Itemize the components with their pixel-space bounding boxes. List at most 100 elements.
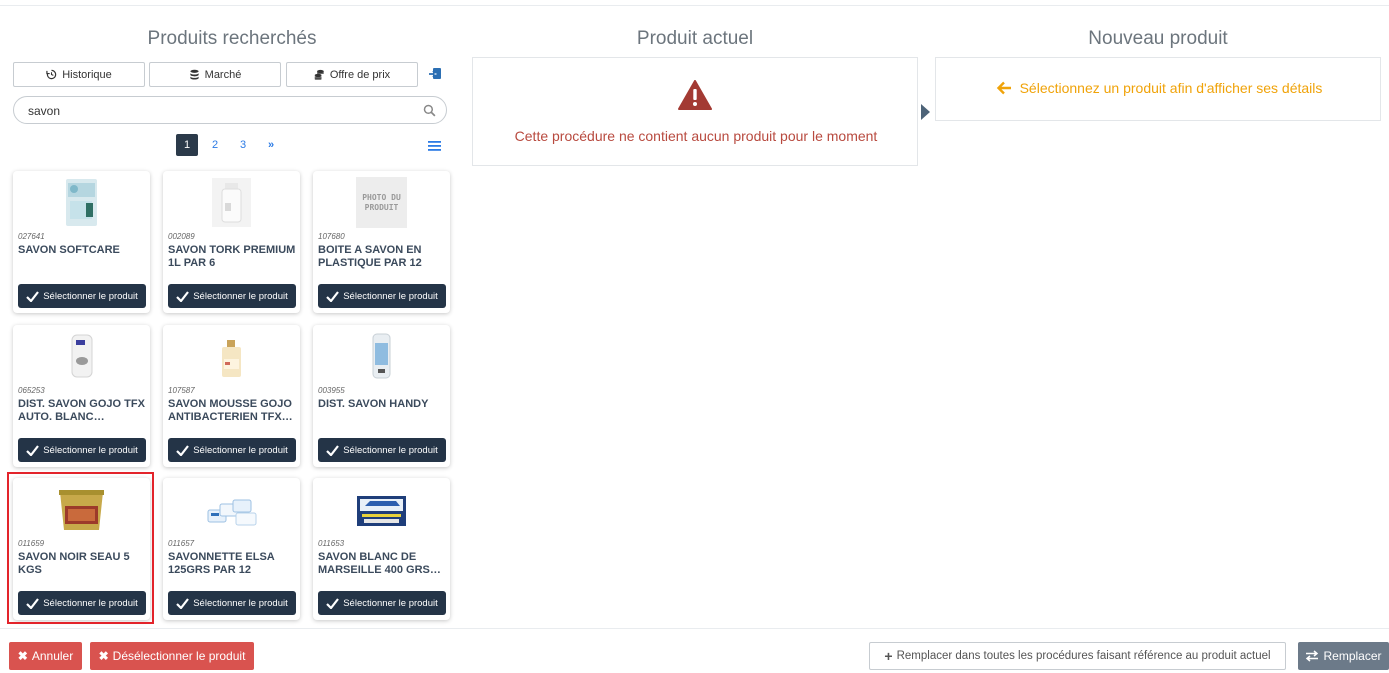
no-product-message: Cette procédure ne contient aucun produi…	[514, 128, 878, 144]
select-product-label: Sélectionner le produit	[43, 444, 138, 456]
select-product-button[interactable]: Sélectionner le produit	[18, 284, 146, 308]
select-product-button[interactable]: Sélectionner le produit	[318, 438, 446, 462]
product-image	[357, 496, 406, 526]
history-icon	[46, 69, 57, 80]
select-product-label: Sélectionner le produit	[193, 597, 288, 609]
cancel-label: Annuler	[31, 649, 74, 663]
product-card[interactable]: 002089 SAVON TORK PREMIUM 1L PAR 6 Sélec…	[163, 171, 300, 313]
coins-icon	[314, 69, 324, 80]
search-bar[interactable]	[13, 96, 447, 124]
next-page-button[interactable]: »	[260, 134, 282, 156]
check-icon	[26, 290, 40, 302]
product-card[interactable]: 003955 DIST. SAVON HANDY Sélectionner le…	[313, 325, 450, 467]
product-code: 002089	[168, 232, 195, 241]
list-view-icon[interactable]	[428, 140, 441, 152]
product-photo-placeholder: PHOTO DU PRODUIT	[356, 177, 407, 228]
product-code: 107587	[168, 386, 195, 395]
check-icon	[326, 597, 340, 609]
arrow-left-icon	[996, 81, 1011, 95]
product-image	[372, 333, 391, 379]
product-code: 011653	[318, 539, 345, 548]
check-icon	[176, 444, 190, 456]
select-product-label: Sélectionner le produit	[193, 290, 288, 302]
product-code: 027641	[18, 232, 45, 241]
select-hint: Sélectionnez un produit afin d'afficher …	[936, 80, 1382, 96]
check-icon	[326, 444, 340, 456]
product-image	[71, 334, 93, 378]
select-product-label: Sélectionner le produit	[43, 290, 138, 302]
product-card[interactable]: 027641 SAVON SOFTCARE Sélectionner le pr…	[13, 171, 150, 313]
product-name: SAVON MOUSSE GOJO ANTIBACTERIEN TFX…	[168, 398, 293, 423]
check-icon	[326, 290, 340, 302]
new-product-panel: Sélectionnez un produit afin d'afficher …	[935, 57, 1381, 121]
price-offer-label: Offre de prix	[329, 68, 391, 81]
product-card[interactable]: 107587 SAVON MOUSSE GOJO ANTIBACTERIEN T…	[163, 325, 300, 467]
photo-placeholder-text: PHOTO DU PRODUIT	[362, 192, 401, 212]
replace-all-label: Remplacer dans toutes les procédures fai…	[896, 650, 1271, 662]
price-offer-button[interactable]: Offre de prix	[286, 62, 418, 87]
market-label: Marché	[204, 68, 242, 81]
deselect-label: Désélectionner le produit	[112, 649, 246, 663]
product-image	[212, 178, 251, 227]
history-label: Historique	[62, 68, 112, 81]
page-1[interactable]: 1	[176, 134, 198, 156]
search-input[interactable]	[28, 102, 408, 120]
page-3[interactable]: 3	[232, 134, 254, 156]
current-product-title: Produit actuel	[636, 28, 754, 49]
deselect-product-button[interactable]: ✖ Désélectionner le produit	[90, 642, 254, 670]
replace-label: Remplacer	[1323, 649, 1382, 663]
select-product-button[interactable]: Sélectionner le produit	[318, 591, 446, 615]
select-product-label: Sélectionner le produit	[343, 290, 438, 302]
page-2[interactable]: 2	[204, 134, 226, 156]
product-name: DIST. SAVON HANDY	[318, 398, 429, 410]
select-product-label: Sélectionner le produit	[193, 444, 288, 456]
current-product-panel: Cette procédure ne contient aucun produi…	[472, 57, 918, 166]
product-code: 065253	[18, 386, 45, 395]
product-card[interactable]: 011657 SAVONNETTE ELSA 125GRS PAR 12 Sél…	[163, 478, 300, 620]
product-name: SAVON SOFTCARE	[18, 244, 120, 256]
arrow-right-icon	[921, 104, 930, 120]
select-product-button[interactable]: Sélectionner le produit	[18, 438, 146, 462]
selection-highlight	[7, 472, 154, 624]
market-button[interactable]: Marché	[149, 62, 281, 87]
pagination: 1 2 3 »	[176, 134, 288, 156]
select-product-label: Sélectionner le produit	[343, 444, 438, 456]
product-name: BOITE A SAVON EN PLASTIQUE PAR 12	[318, 244, 422, 269]
warning-icon	[678, 80, 712, 110]
select-product-button[interactable]: Sélectionner le produit	[168, 591, 296, 615]
select-product-button[interactable]: Sélectionner le produit	[318, 284, 446, 308]
new-product-title: Nouveau produit	[1088, 28, 1228, 49]
product-image	[66, 179, 97, 226]
product-code: 107680	[318, 232, 345, 241]
product-name: SAVONNETTE ELSA 125GRS PAR 12	[168, 551, 275, 576]
swap-icon	[1306, 650, 1319, 662]
product-card[interactable]: PHOTO DU PRODUIT 107680 BOITE A SAVON EN…	[313, 171, 450, 313]
search-icon[interactable]	[423, 104, 436, 117]
product-card[interactable]: 065253 DIST. SAVON GOJO TFX AUTO. BLANC……	[13, 325, 150, 467]
history-button[interactable]: Historique	[13, 62, 145, 87]
product-name: DIST. SAVON GOJO TFX AUTO. BLANC…	[18, 398, 145, 423]
select-product-button[interactable]: Sélectionner le produit	[168, 438, 296, 462]
export-icon[interactable]	[428, 66, 444, 82]
close-icon: ✖	[17, 649, 28, 663]
product-image	[207, 499, 257, 526]
check-icon	[176, 597, 190, 609]
product-image	[222, 340, 241, 377]
replace-button[interactable]: Remplacer	[1298, 642, 1389, 670]
select-hint-text: Sélectionnez un produit afin d'afficher …	[1019, 80, 1323, 96]
searched-products-title: Produits recherchés	[147, 28, 317, 49]
cancel-button[interactable]: ✖ Annuler	[9, 642, 82, 670]
plus-icon: +	[884, 648, 893, 664]
select-product-label: Sélectionner le produit	[343, 597, 438, 609]
product-code: 011657	[168, 539, 195, 548]
database-icon	[190, 69, 199, 80]
footer-divider	[0, 628, 1389, 629]
check-icon	[176, 290, 190, 302]
close-icon: ✖	[98, 649, 109, 663]
product-card[interactable]: 011653 SAVON BLANC DE MARSEILLE 400 GRS……	[313, 478, 450, 620]
select-product-button[interactable]: Sélectionner le produit	[168, 284, 296, 308]
top-divider	[0, 0, 1389, 6]
product-name: SAVON BLANC DE MARSEILLE 400 GRS…	[318, 551, 441, 576]
replace-all-button[interactable]: + Remplacer dans toutes les procédures f…	[869, 642, 1286, 670]
check-icon	[26, 444, 40, 456]
